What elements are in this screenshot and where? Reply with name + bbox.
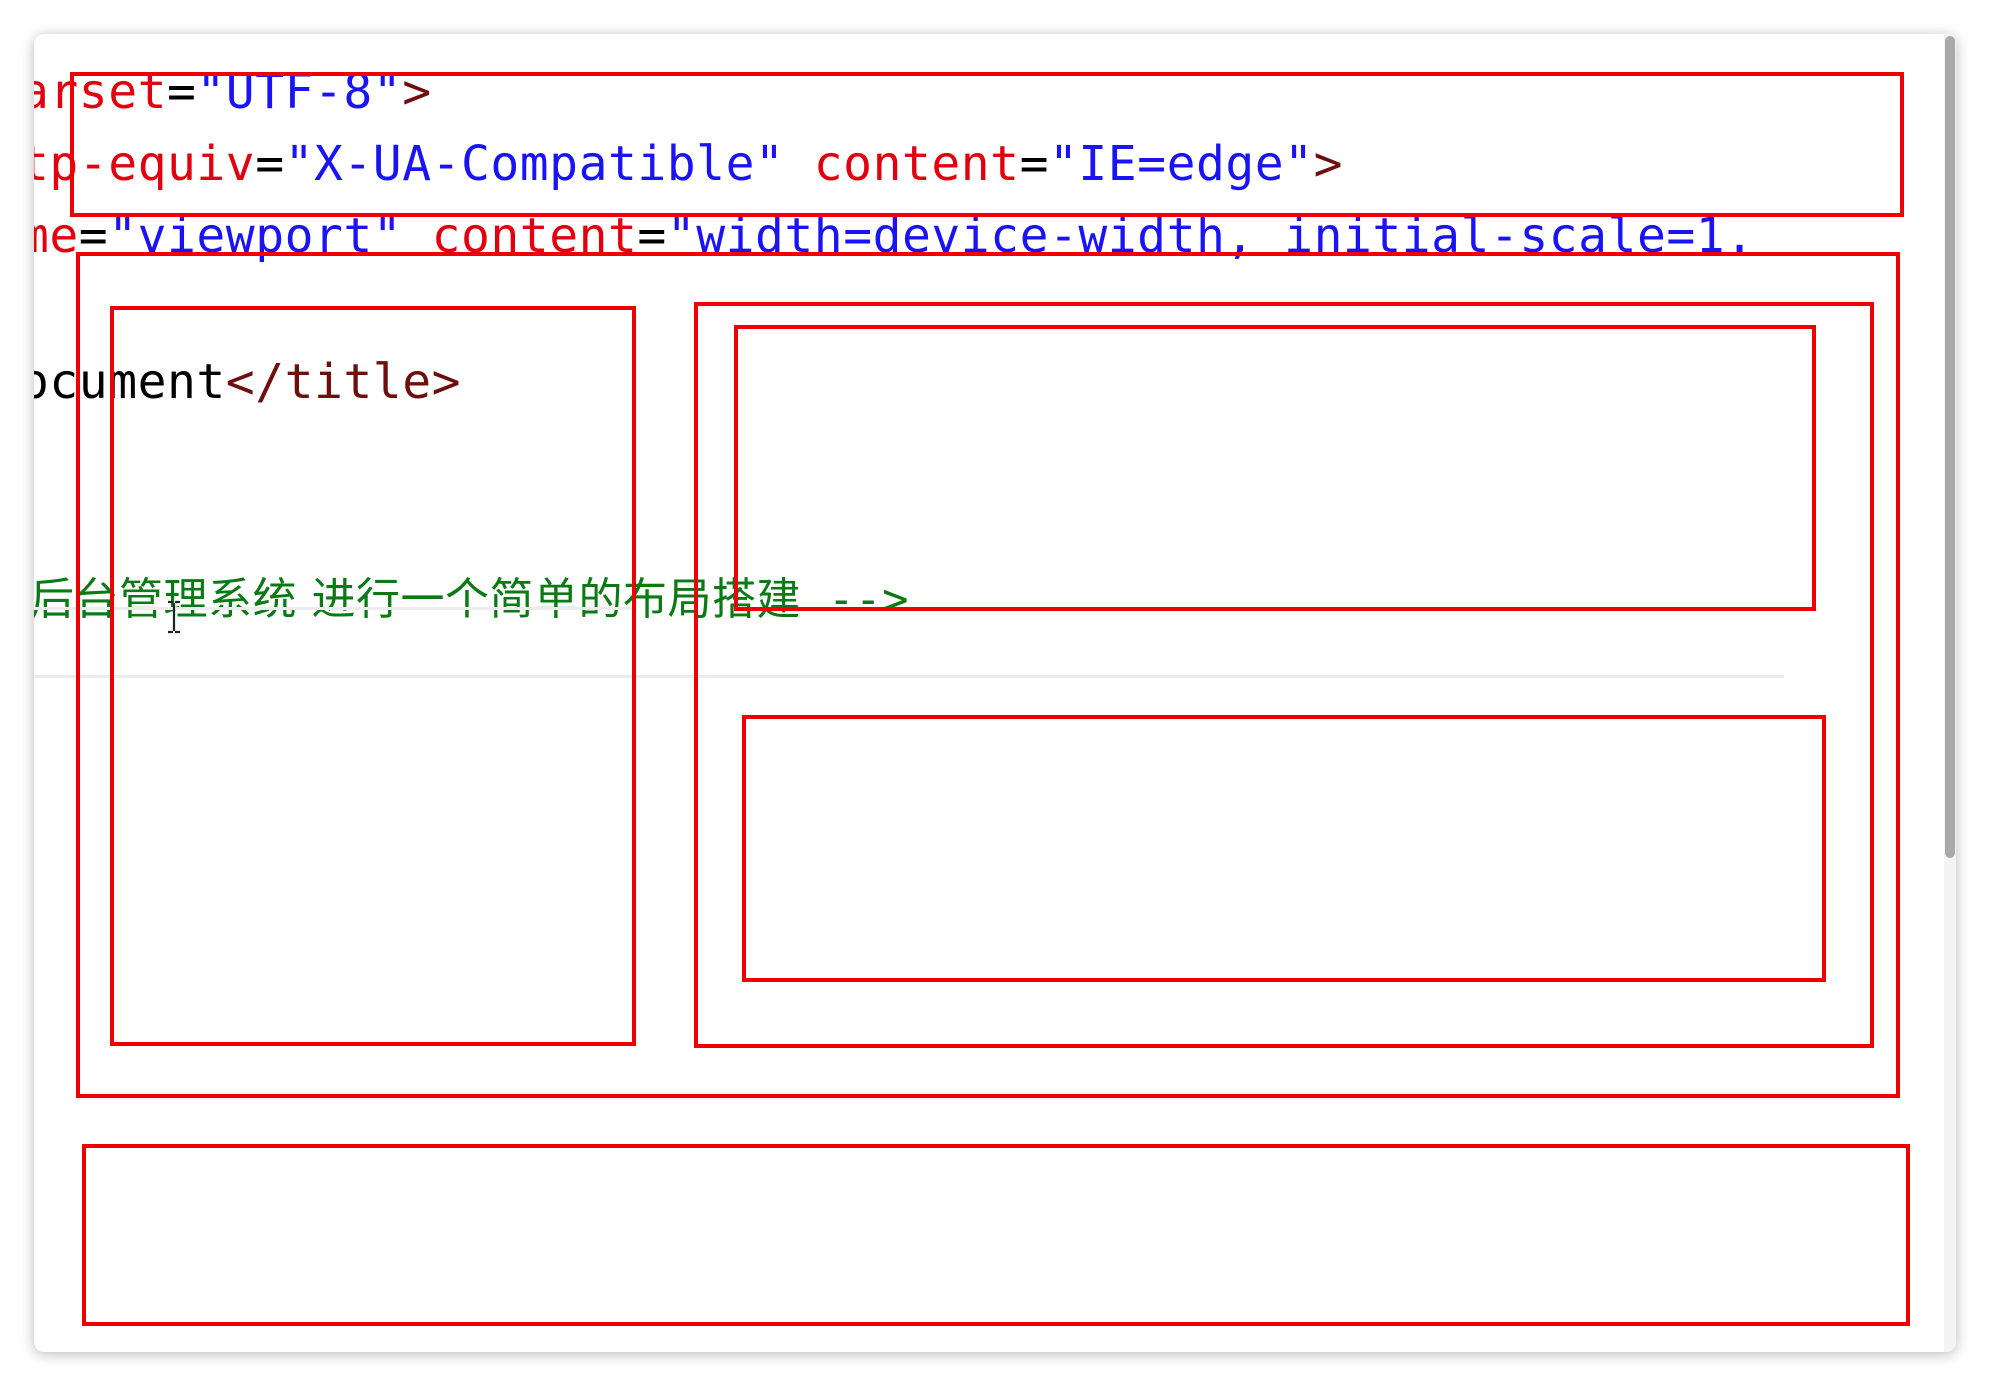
layout-box-footer xyxy=(82,1144,1910,1326)
layout-box-header xyxy=(70,72,1904,217)
layout-box-content-bottom xyxy=(742,715,1826,982)
code-editor[interactable]: arset="UTF-8"> tp-equiv="X-UA-Compatible… xyxy=(34,34,1956,1352)
layout-box-content-top xyxy=(734,325,1816,611)
layout-box-sidebar xyxy=(110,306,636,1046)
vertical-scrollbar[interactable] xyxy=(1944,34,1956,1352)
screenshot-frame: arset="UTF-8"> tp-equiv="X-UA-Compatible… xyxy=(34,34,1956,1352)
scrollbar-thumb[interactable] xyxy=(1945,36,1955,858)
